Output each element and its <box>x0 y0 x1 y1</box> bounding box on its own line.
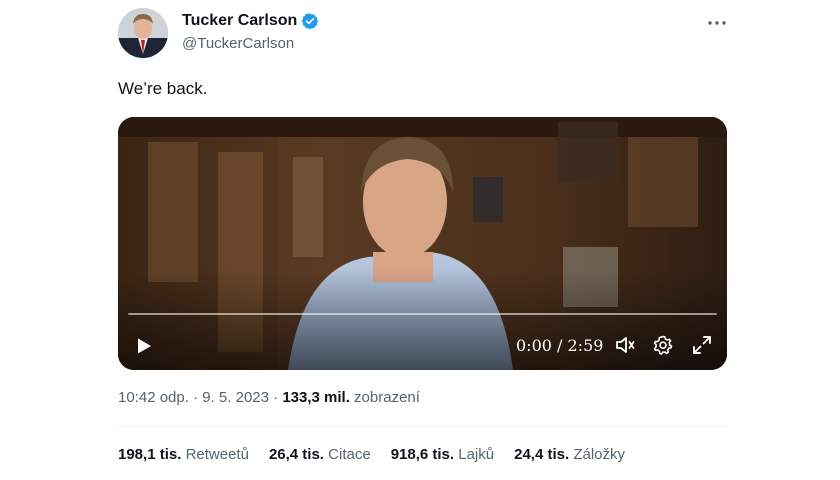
bookmarks-count: 24,4 tis. <box>514 446 570 463</box>
more-options-button[interactable] <box>704 10 730 36</box>
verified-badge-icon <box>301 13 319 30</box>
volume-muted-icon <box>616 337 635 353</box>
tweet-date[interactable]: 9. 5. 2023 <box>202 389 269 406</box>
play-button[interactable] <box>130 332 158 360</box>
video-time: 0:00 / 2:59 <box>516 336 604 355</box>
tweet-text: We’re back. <box>118 79 208 98</box>
gear-icon <box>653 335 673 355</box>
quotes-label: Citace <box>328 446 371 463</box>
quotes-stat[interactable]: 26,4 tis. Citace <box>269 446 371 463</box>
divider <box>118 426 727 427</box>
likes-count: 918,6 tis. <box>390 446 455 463</box>
play-icon <box>138 338 151 354</box>
fullscreen-button[interactable] <box>689 332 715 358</box>
author-name[interactable]: Tucker Carlson <box>182 12 319 30</box>
quotes-count: 26,4 tis. <box>268 446 324 463</box>
avatar[interactable] <box>118 8 168 58</box>
video-progress-bar[interactable] <box>128 313 717 315</box>
video-player[interactable]: 0:00 / 2:59 <box>118 117 727 370</box>
views-label: zobrazení <box>349 389 420 406</box>
views-count: 133,3 mil. <box>282 389 350 406</box>
likes-stat[interactable]: 918,6 tis. Lajků <box>391 446 494 463</box>
meta-separator: · <box>188 389 203 406</box>
retweets-stat[interactable]: 198,1 tis. Retweetů <box>118 446 249 463</box>
fullscreen-icon <box>693 336 711 354</box>
retweets-label: Retweetů <box>185 446 249 463</box>
author-name-text: Tucker Carlson <box>182 12 298 29</box>
more-dots-icon <box>708 21 726 25</box>
tweet-time[interactable]: 10:42 odp. <box>118 389 189 406</box>
tweet-meta: 10:42 odp. · 9. 5. 2023 · 133,3 mil. zob… <box>118 389 420 406</box>
avatar-image <box>118 8 168 58</box>
engagement-stats: 198,1 tis. Retweetů 26,4 tis. Citace 918… <box>118 446 645 463</box>
author-handle[interactable]: @TuckerCarlson <box>182 35 294 52</box>
meta-separator: · <box>268 389 283 406</box>
volume-button[interactable] <box>612 332 638 358</box>
retweets-count: 198,1 tis. <box>118 446 182 463</box>
bookmarks-label: Záložky <box>573 446 626 463</box>
likes-label: Lajků <box>458 446 495 463</box>
settings-button[interactable] <box>650 332 676 358</box>
bookmarks-stat[interactable]: 24,4 tis. Záložky <box>514 446 625 463</box>
